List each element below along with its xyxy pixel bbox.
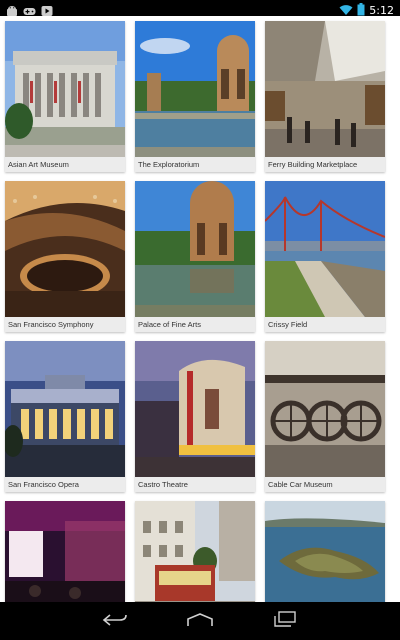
opera-photo	[5, 341, 125, 477]
palace-of-fine-arts-photo	[135, 181, 255, 317]
place-card[interactable]: The Exploratorium	[135, 21, 255, 172]
castro-theatre-photo	[135, 341, 255, 477]
cable-car-street-photo	[135, 501, 255, 602]
place-label: Crissy Field	[265, 317, 385, 332]
home-icon	[186, 612, 214, 631]
place-label: San Francisco Symphony	[5, 317, 125, 332]
recent-apps-icon	[273, 611, 297, 631]
place-card[interactable]: San Francisco Opera	[5, 341, 125, 492]
place-card[interactable]	[5, 501, 125, 602]
back-button[interactable]	[95, 611, 135, 631]
places-grid[interactable]: Asian Art Museum The Exploratorium Ferry…	[0, 16, 400, 602]
symphony-photo	[5, 181, 125, 317]
concert-stage-photo	[5, 501, 125, 602]
place-label: The Exploratorium	[135, 157, 255, 172]
place-label: Cable Car Museum	[265, 477, 385, 492]
island-aerial-photo	[265, 501, 385, 602]
exploratorium-photo	[135, 21, 255, 157]
back-icon	[102, 612, 128, 631]
place-card[interactable]	[135, 501, 255, 602]
place-label: Palace of Fine Arts	[135, 317, 255, 332]
recent-apps-button[interactable]	[265, 611, 305, 631]
place-card[interactable]: Crissy Field	[265, 181, 385, 332]
home-button[interactable]	[180, 611, 220, 631]
place-label: Asian Art Museum	[5, 157, 125, 172]
cable-car-museum-photo	[265, 341, 385, 477]
place-card[interactable]: Castro Theatre	[135, 341, 255, 492]
place-card[interactable]: Ferry Building Marketplace	[265, 21, 385, 172]
place-card[interactable]	[265, 501, 385, 602]
asian-art-museum-photo	[5, 21, 125, 157]
navigation-bar	[0, 602, 400, 640]
crissy-field-photo	[265, 181, 385, 317]
place-label: Ferry Building Marketplace	[265, 157, 385, 172]
place-label: Castro Theatre	[135, 477, 255, 492]
place-card[interactable]: San Francisco Symphony	[5, 181, 125, 332]
place-card[interactable]: Cable Car Museum	[265, 341, 385, 492]
place-card[interactable]: Palace of Fine Arts	[135, 181, 255, 332]
place-label: San Francisco Opera	[5, 477, 125, 492]
ferry-building-photo	[265, 21, 385, 157]
status-bar: 5:12	[0, 0, 400, 17]
place-card[interactable]: Asian Art Museum	[5, 21, 125, 172]
